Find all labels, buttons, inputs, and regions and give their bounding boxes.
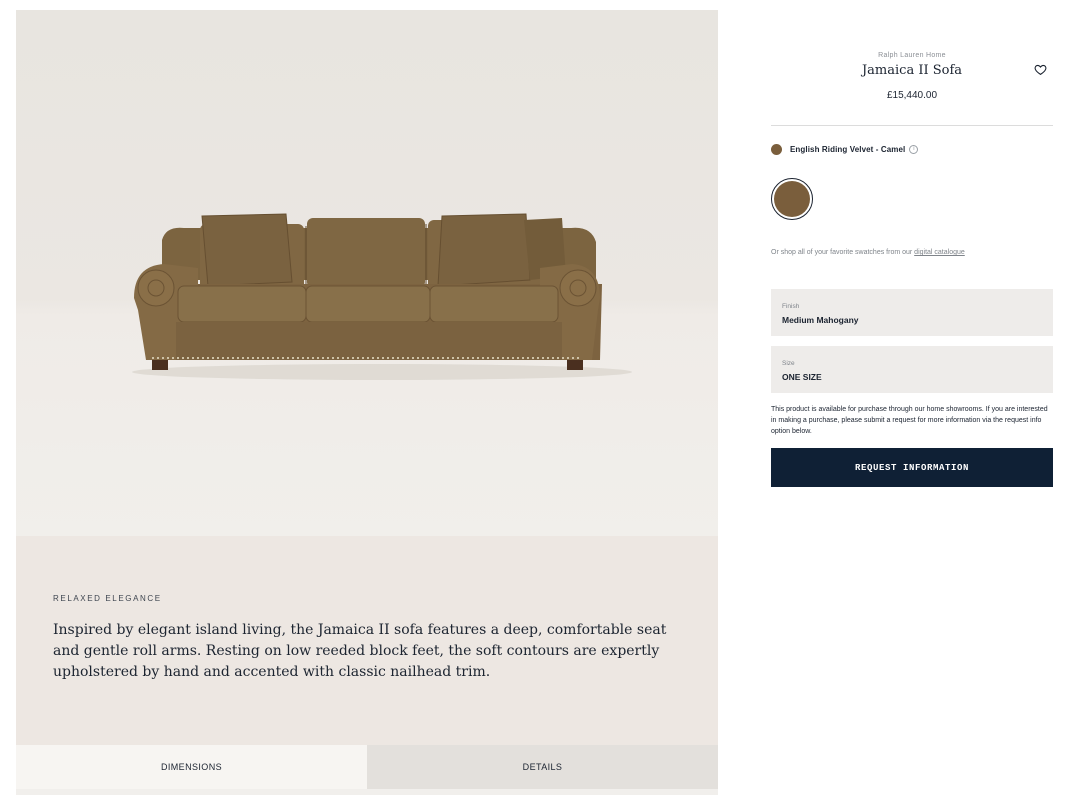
tabs-footer-strip bbox=[16, 789, 718, 795]
size-select[interactable]: Size ONE SIZE bbox=[771, 346, 1053, 393]
catalogue-note: Or shop all of your favorite swatches fr… bbox=[771, 249, 965, 256]
product-price: £15,440.00 bbox=[886, 90, 938, 101]
info-icon[interactable]: i bbox=[909, 145, 919, 154]
sofa-illustration bbox=[132, 213, 632, 380]
swatch-fill bbox=[774, 181, 810, 217]
swatch-color-dot bbox=[771, 144, 782, 155]
story-eyebrow: RELAXED ELEGANCE bbox=[53, 594, 162, 603]
brand-name: Ralph Lauren Home bbox=[878, 52, 946, 59]
purchase-note: This product is available for purchase t… bbox=[771, 406, 1048, 435]
product-title: Jamaica II Sofa bbox=[861, 63, 963, 78]
finish-value: Medium Mahogany bbox=[782, 315, 859, 325]
digital-catalogue-link[interactable]: digital catalogue bbox=[914, 249, 965, 256]
swatch-option-camel[interactable] bbox=[771, 178, 813, 220]
product-gallery-column: RELAXED ELEGANCE Inspired by elegant isl… bbox=[16, 10, 718, 745]
info-tabs: DIMENSIONS DETAILS bbox=[16, 745, 718, 789]
product-image[interactable] bbox=[16, 10, 718, 536]
catalogue-note-text: Or shop all of your favorite swatches fr… bbox=[771, 249, 915, 256]
finish-select[interactable]: Finish Medium Mahogany bbox=[771, 289, 1053, 336]
finish-label: Finish bbox=[782, 303, 800, 310]
size-label: Size bbox=[782, 360, 795, 367]
heart-icon[interactable] bbox=[1034, 63, 1048, 77]
divider bbox=[771, 125, 1053, 126]
swatch-label: English Riding Velvet - Camel bbox=[790, 145, 906, 154]
story-description: Inspired by elegant island living, the J… bbox=[53, 622, 667, 680]
size-value: ONE SIZE bbox=[782, 372, 822, 382]
product-story: RELAXED ELEGANCE Inspired by elegant isl… bbox=[16, 536, 718, 745]
selected-swatch-row: English Riding Velvet - Camel i bbox=[771, 144, 919, 155]
tab-details[interactable]: DETAILS bbox=[367, 745, 718, 789]
tab-dimensions[interactable]: DIMENSIONS bbox=[16, 745, 367, 789]
request-information-button[interactable]: REQUEST INFORMATION bbox=[771, 448, 1053, 487]
